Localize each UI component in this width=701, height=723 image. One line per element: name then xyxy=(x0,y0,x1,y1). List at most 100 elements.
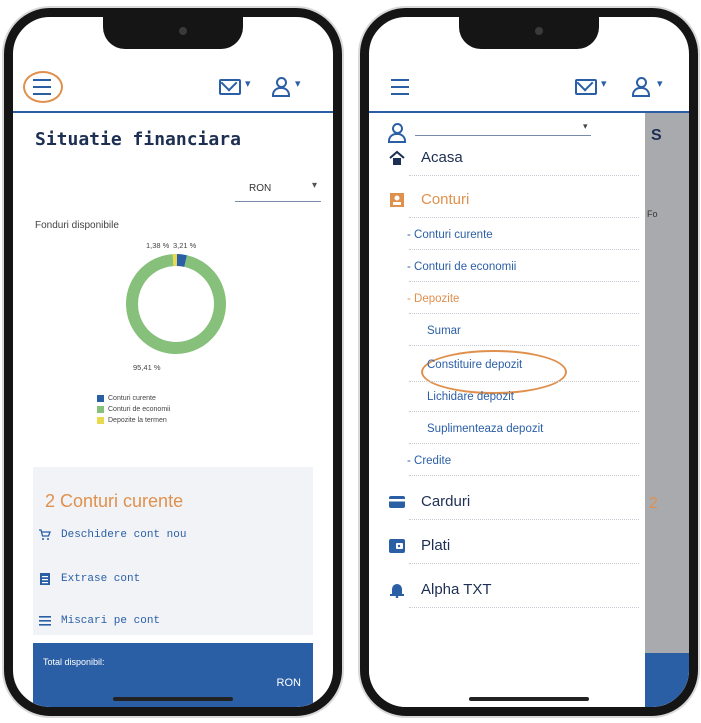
wallet-icon xyxy=(389,538,405,553)
page-overlay[interactable]: S Fo 2 xyxy=(645,113,689,707)
menu-subitem-deposits[interactable]: - Depozite xyxy=(407,293,459,305)
user-icon[interactable] xyxy=(271,77,290,97)
open-account-button[interactable]: Deschidere cont nou xyxy=(39,529,186,541)
menu-subitem-current-accounts[interactable]: - Conturi curente xyxy=(407,229,493,241)
divider xyxy=(409,443,639,444)
home-icon xyxy=(389,150,405,165)
menu-item-cards[interactable]: Carduri xyxy=(389,493,470,510)
currency-select[interactable]: RON ▾ xyxy=(235,179,321,202)
phone-right: ▾ ▾ S Fo 2 ▾ Acasa Conturi - Conturi cur… xyxy=(360,8,698,716)
menu-item-cards-label: Carduri xyxy=(421,493,471,510)
divider xyxy=(409,217,639,218)
divider xyxy=(409,281,639,282)
divider xyxy=(409,607,639,608)
home-indicator xyxy=(113,697,233,701)
subitem-label: Conturi de economii xyxy=(414,261,517,273)
chevron-down-icon[interactable]: ▾ xyxy=(245,77,251,90)
transactions-label: Miscari pe cont xyxy=(61,615,161,627)
chevron-down-icon[interactable]: ▾ xyxy=(583,121,588,132)
transactions-button[interactable]: Miscari pe cont xyxy=(39,615,160,627)
top-bar: ▾ ▾ xyxy=(13,71,333,113)
donut-slice-conturi-de-economii xyxy=(126,254,226,354)
divider xyxy=(409,519,639,520)
total-available-label: Total disponibil: xyxy=(43,657,105,667)
currency-select-value: RON xyxy=(249,183,272,194)
current-accounts-title[interactable]: 2 Conturi curente xyxy=(45,491,183,512)
total-currency: RON xyxy=(276,677,301,689)
donut-slice-conturi-curente xyxy=(176,254,187,267)
user-icon[interactable] xyxy=(631,77,650,97)
user-select[interactable] xyxy=(415,135,591,136)
home-indicator xyxy=(469,697,589,701)
envelope-icon[interactable] xyxy=(219,79,241,95)
document-icon xyxy=(40,573,50,585)
side-menu: ▾ Acasa Conturi - Conturi curente - Cont… xyxy=(369,113,645,707)
statements-label: Extrase cont xyxy=(61,573,141,585)
divider xyxy=(409,345,639,346)
divider xyxy=(409,249,639,250)
phone-notch xyxy=(459,17,599,49)
legend-item: Depozite la termen xyxy=(97,415,170,426)
subitem-label: Conturi curente xyxy=(414,229,493,241)
legend-swatch xyxy=(97,395,104,402)
divider xyxy=(409,411,639,412)
menu-item-accounts[interactable]: Conturi xyxy=(389,191,469,208)
legend-label: Conturi de economii xyxy=(108,406,171,413)
user-icon xyxy=(387,123,406,143)
top-bar: ▾ ▾ xyxy=(369,71,689,113)
menu-subitem-summary[interactable]: Sumar xyxy=(427,325,461,337)
phone-left: ▾ ▾ Situatie financiara RON ▾ Fonduri di… xyxy=(4,8,342,716)
menu-item-home-label: Acasa xyxy=(421,149,463,166)
funds-label: Fonduri disponibile xyxy=(35,220,119,231)
chevron-down-icon: ▾ xyxy=(311,180,317,191)
subitem-label: Depozite xyxy=(414,293,460,305)
current-accounts-panel: 2 Conturi curente xyxy=(33,467,313,635)
hamburger-menu-icon[interactable] xyxy=(391,79,409,95)
divider xyxy=(409,475,639,476)
divider xyxy=(409,175,639,176)
legend-item: Conturi de economii xyxy=(97,404,170,415)
menu-item-alpha-txt[interactable]: Alpha TXT xyxy=(389,581,492,598)
legend-item: Conturi curente xyxy=(97,393,170,404)
card-icon xyxy=(389,495,405,508)
pct-label-savings: 95,41 % xyxy=(133,363,161,372)
menu-subitem-credits[interactable]: - Credite xyxy=(407,455,451,467)
legend-swatch xyxy=(97,417,104,424)
cart-icon xyxy=(39,529,51,540)
subitem-label: Credite xyxy=(414,455,452,467)
overlay-title-fragment: S xyxy=(651,127,662,144)
overlay-number-fragment: 2 xyxy=(649,495,658,512)
menu-item-accounts-label: Conturi xyxy=(421,191,470,208)
envelope-icon[interactable] xyxy=(575,79,597,95)
divider xyxy=(409,381,639,382)
list-icon xyxy=(39,616,51,626)
divider xyxy=(409,563,639,564)
funds-donut-chart xyxy=(126,254,226,354)
highlight-circle xyxy=(421,350,567,394)
menu-item-payments[interactable]: Plati xyxy=(389,537,450,554)
menu-item-payments-label: Plati xyxy=(421,537,451,554)
chevron-down-icon[interactable]: ▾ xyxy=(657,77,663,90)
menu-subitem-savings-accounts[interactable]: - Conturi de economii xyxy=(407,261,516,273)
menu-subitem-topup-deposit[interactable]: Suplimenteaza depozit xyxy=(427,423,543,435)
bell-icon xyxy=(390,583,404,598)
divider xyxy=(409,313,639,314)
menu-item-alpha-txt-label: Alpha TXT xyxy=(421,581,492,598)
page-title: Situatie financiara xyxy=(35,129,241,150)
menu-item-home[interactable]: Acasa xyxy=(389,149,463,166)
legend-swatch xyxy=(97,406,104,413)
accounts-icon xyxy=(390,192,404,207)
chevron-down-icon[interactable]: ▾ xyxy=(295,77,301,90)
chevron-down-icon[interactable]: ▾ xyxy=(601,77,607,90)
chart-legend: Conturi curente Conturi de economii Depo… xyxy=(97,393,170,426)
overlay-text-fragment: Fo xyxy=(647,209,658,219)
menu-subitem-create-deposit[interactable]: Constituire depozit xyxy=(427,359,522,371)
menu-subitem-liquidate-deposit[interactable]: Lichidare depozit xyxy=(427,391,514,403)
hamburger-menu-icon[interactable] xyxy=(33,79,51,95)
legend-label: Depozite la termen xyxy=(108,417,167,424)
statements-button[interactable]: Extrase cont xyxy=(39,573,140,585)
legend-label: Conturi curente xyxy=(108,395,156,402)
open-account-label: Deschidere cont nou xyxy=(61,529,187,541)
phone-notch xyxy=(103,17,243,49)
overlay-footer-fragment xyxy=(645,653,689,707)
